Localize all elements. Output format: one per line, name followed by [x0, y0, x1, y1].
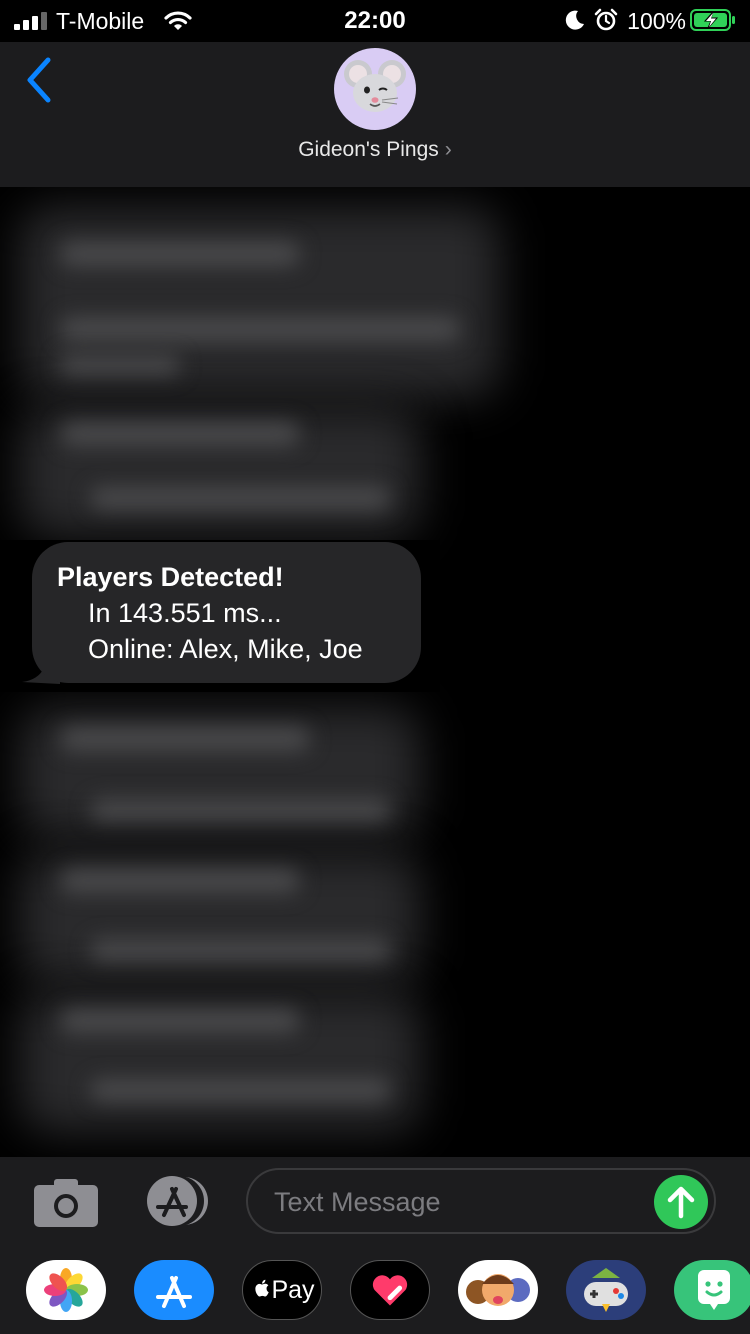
- blurred-text-line: [60, 727, 310, 751]
- arrow-up-icon: [667, 1186, 695, 1219]
- message-line-online-players: Online: Alex, Mike, Joe: [88, 634, 363, 664]
- conversation-header: Gideon's Pings ›: [0, 42, 750, 187]
- memoji-app-icon[interactable]: [458, 1260, 538, 1320]
- contact-name: Gideon's Pings: [298, 138, 439, 161]
- blurred-text-line: [90, 799, 390, 821]
- do-not-disturb-moon-icon: [565, 10, 584, 30]
- memoji-faces-icon: [466, 1274, 530, 1306]
- imessage-app-drawer: Pay: [0, 1245, 750, 1334]
- battery-percentage: 100%: [627, 8, 686, 34]
- mouse-memoji-icon: [344, 60, 406, 112]
- back-chevron-icon[interactable]: [22, 56, 56, 104]
- photos-flower-icon: [44, 1268, 88, 1312]
- battery-charging-icon: [690, 9, 735, 31]
- blurred-text-line: [60, 869, 300, 893]
- contact-name-button[interactable]: Gideon's Pings ›: [0, 138, 750, 162]
- blurred-text-line: [60, 422, 300, 446]
- blurred-text-line: [60, 1009, 300, 1033]
- apple-pay-app-icon[interactable]: Pay: [242, 1260, 322, 1320]
- status-bar: T-Mobile 22:00 100%: [0, 0, 750, 42]
- app-store-icon[interactable]: [140, 1175, 212, 1227]
- sticker-app-icon[interactable]: [674, 1260, 750, 1320]
- text-message-placeholder: Text Message: [274, 1187, 441, 1217]
- app-store-app-icon[interactable]: [134, 1260, 214, 1320]
- photos-app-icon[interactable]: [26, 1260, 106, 1320]
- alarm-icon: [594, 8, 618, 31]
- digital-touch-app-icon[interactable]: [350, 1260, 430, 1320]
- game-app-icon[interactable]: [566, 1260, 646, 1320]
- blurred-text-line: [60, 355, 180, 375]
- blurred-text-line: [90, 939, 390, 961]
- blurred-text-line: [60, 317, 460, 341]
- message-composer: Text Message: [0, 1157, 750, 1245]
- smiley-sticker-icon: [698, 1270, 730, 1310]
- send-button[interactable]: [654, 1175, 708, 1229]
- message-line-ping-time: In 143.551 ms...: [88, 598, 282, 628]
- game-controller-bird-icon: [584, 1268, 628, 1312]
- app-store-a-icon: [156, 1276, 192, 1308]
- contact-avatar[interactable]: [334, 48, 416, 130]
- blurred-text-line: [90, 487, 390, 509]
- blurred-text-line: [60, 242, 300, 266]
- chevron-right-icon: ›: [444, 138, 452, 161]
- camera-icon[interactable]: [34, 1177, 98, 1227]
- heart-icon: [372, 1275, 408, 1306]
- message-title: Players Detected!: [57, 562, 284, 592]
- apple-pay-label: Pay: [271, 1276, 315, 1304]
- blurred-text-line: [90, 1079, 390, 1101]
- text-message-input[interactable]: Text Message: [246, 1168, 716, 1234]
